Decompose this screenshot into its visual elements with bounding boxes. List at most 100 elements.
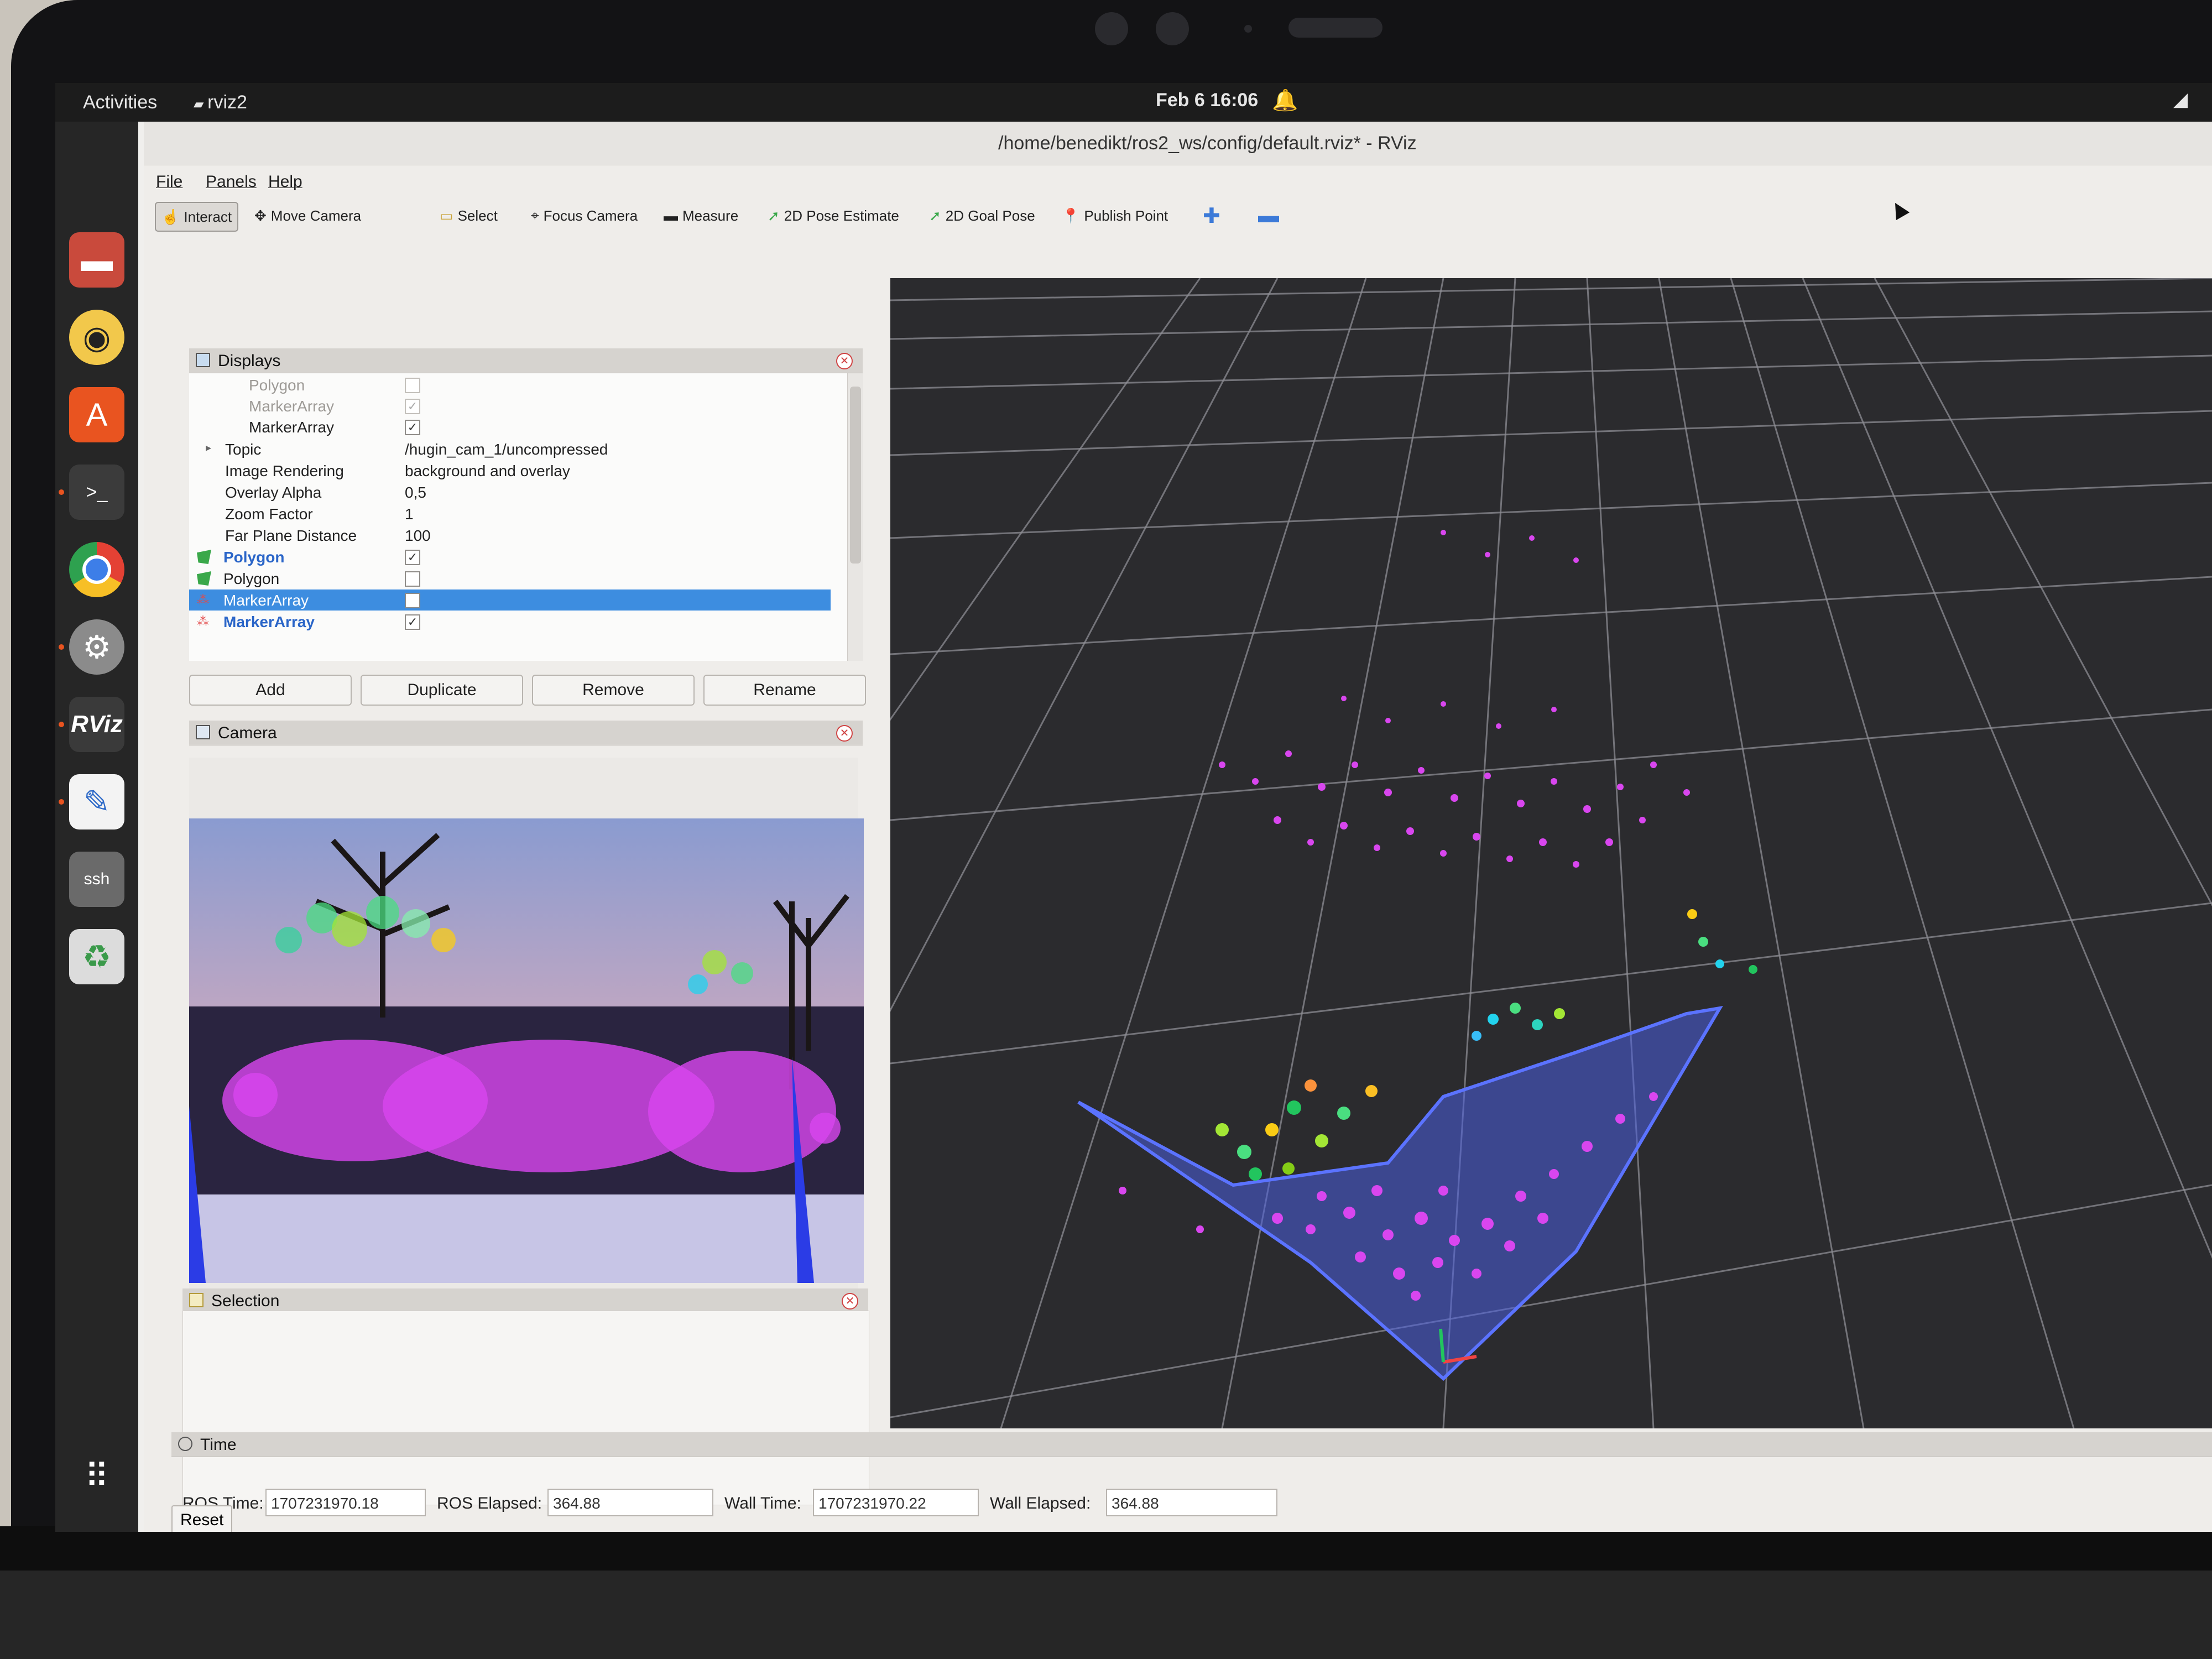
property-value[interactable]: 0,5 xyxy=(405,484,426,502)
move-camera-tool-button[interactable]: ✥ Move Camera xyxy=(249,202,367,229)
notification-bell-icon[interactable]: 🔔 xyxy=(1272,88,1298,113)
menu-panels[interactable]: Panels xyxy=(206,173,257,191)
display-name: MarkerArray xyxy=(249,398,335,415)
3d-viewport[interactable] xyxy=(890,278,2212,1428)
app-grid-icon[interactable]: ⠿ xyxy=(69,1449,124,1504)
running-indicator xyxy=(59,799,64,805)
display-row[interactable]: ⁂ MarkerArray xyxy=(189,589,831,611)
goal-pose-label: 2D Goal Pose xyxy=(945,207,1035,224)
polygon-icon xyxy=(197,550,211,564)
close-icon[interactable]: ✕ xyxy=(842,1293,858,1310)
display-checkbox[interactable] xyxy=(405,593,420,608)
trash-icon[interactable]: ♻ xyxy=(69,929,124,984)
display-row[interactable]: ⁂ MarkerArray ✓ xyxy=(189,611,831,632)
camera-image xyxy=(189,818,864,1283)
window-titlebar[interactable]: /home/benedikt/ros2_ws/config/default.rv… xyxy=(144,122,2212,165)
screen: Activities ▰ rviz2 Feb 6 16:06 🔔 ◢ ▬ ◉ A… xyxy=(55,83,2212,1532)
expand-arrow-icon[interactable]: ▸ xyxy=(206,441,211,455)
clock[interactable]: Feb 6 16:06 xyxy=(1156,90,1258,111)
menu-bar: File Panels Help xyxy=(144,166,2212,194)
add-tool-button[interactable]: ✚ xyxy=(1197,202,1226,229)
display-row[interactable]: Polygon xyxy=(189,374,831,395)
property-value[interactable]: background and overlay xyxy=(405,462,570,480)
display-row[interactable]: Polygon ✓ xyxy=(189,546,831,567)
property-row[interactable]: Zoom Factor 1 xyxy=(189,503,831,524)
plus-icon: ✚ xyxy=(1203,204,1220,228)
gnome-top-bar: Activities ▰ rviz2 Feb 6 16:06 🔔 ◢ xyxy=(55,83,2212,122)
wall-time-field[interactable]: 1707231970.22 xyxy=(813,1489,979,1516)
activities-button[interactable]: Activities xyxy=(83,92,157,113)
property-value[interactable]: /hugin_cam_1/uncompressed xyxy=(405,441,608,458)
displays-panel-header: Displays ✕ xyxy=(189,348,863,373)
property-value[interactable]: 1 xyxy=(405,505,414,523)
selection-icon xyxy=(189,1293,204,1307)
display-row[interactable]: MarkerArray ✓ xyxy=(189,416,831,437)
rhythmbox-icon[interactable]: ◉ xyxy=(69,310,124,365)
property-row[interactable]: ▸ Topic/hugin_cam_1/uncompressed xyxy=(189,439,831,460)
text-editor-icon[interactable]: ✎ xyxy=(69,774,124,830)
focus-camera-label: Focus Camera xyxy=(543,207,638,224)
display-checkbox[interactable]: ✓ xyxy=(405,399,420,414)
terminal-icon[interactable]: >_ xyxy=(69,465,124,520)
chrome-icon[interactable] xyxy=(69,542,124,597)
webcam-lens xyxy=(1095,12,1128,45)
publish-point-tool-button[interactable]: 📍 Publish Point xyxy=(1056,202,1173,229)
camera-title: Camera xyxy=(218,724,277,742)
remove-tool-button[interactable]: ▬ xyxy=(1253,202,1285,229)
property-row[interactable]: Far Plane Distance 100 xyxy=(189,525,831,546)
running-indicator xyxy=(59,489,64,495)
scrollbar-thumb[interactable] xyxy=(850,387,861,564)
rename-button[interactable]: Rename xyxy=(703,675,866,706)
files-icon[interactable]: ▬ xyxy=(69,232,124,288)
software-icon[interactable]: A xyxy=(69,387,124,442)
wifi-icon[interactable]: ◢ xyxy=(2173,88,2188,111)
camera-view[interactable] xyxy=(189,758,864,1288)
property-name: Far Plane Distance xyxy=(225,527,357,544)
interact-label: Interact xyxy=(184,208,232,225)
goal-pose-tool-button[interactable]: ➚ 2D Goal Pose xyxy=(924,202,1041,229)
display-row[interactable]: MarkerArray ✓ xyxy=(189,395,831,416)
focus-camera-tool-button[interactable]: ⌖ Focus Camera xyxy=(525,202,643,229)
publish-point-label: Publish Point xyxy=(1084,207,1168,224)
interact-tool-button[interactable]: ☝ Interact xyxy=(155,202,239,232)
ros-elapsed-field[interactable]: 364.88 xyxy=(547,1489,713,1516)
polygon-icon xyxy=(197,571,211,586)
reset-button[interactable]: Reset xyxy=(171,1505,233,1532)
menu-file[interactable]: File xyxy=(156,173,182,191)
crosshair-icon: ⌖ xyxy=(531,207,539,223)
wall-elapsed-field[interactable]: 364.88 xyxy=(1106,1489,1277,1516)
ros-time-field[interactable]: 1707231970.18 xyxy=(265,1489,426,1516)
running-indicator xyxy=(59,722,64,727)
property-name: Image Rendering xyxy=(225,462,344,479)
display-checkbox[interactable]: ✓ xyxy=(405,420,420,435)
app-menu[interactable]: ▰ rviz2 xyxy=(194,92,247,113)
settings-icon[interactable]: ⚙ xyxy=(69,619,124,675)
move-camera-label: Move Camera xyxy=(270,207,362,224)
select-tool-button[interactable]: ▭ Select xyxy=(434,202,503,229)
duplicate-button[interactable]: Duplicate xyxy=(361,675,523,706)
measure-tool-button[interactable]: ▬ Measure xyxy=(658,202,744,229)
polygon-frustum xyxy=(1077,1005,1723,1381)
display-checkbox[interactable] xyxy=(405,378,420,393)
ssh-icon[interactable]: ssh xyxy=(69,852,124,907)
menu-help[interactable]: Help xyxy=(268,173,302,191)
close-icon[interactable]: ✕ xyxy=(836,353,853,369)
wall-time-label: Wall Time: xyxy=(724,1494,801,1512)
remove-button[interactable]: Remove xyxy=(532,675,695,706)
pose-estimate-label: 2D Pose Estimate xyxy=(784,207,899,224)
display-row[interactable]: Polygon xyxy=(189,568,831,589)
property-row[interactable]: Overlay Alpha 0,5 xyxy=(189,482,831,503)
display-checkbox[interactable]: ✓ xyxy=(405,550,420,565)
display-checkbox[interactable]: ✓ xyxy=(405,614,420,630)
running-indicator xyxy=(59,644,64,650)
property-name: Topic xyxy=(225,441,262,458)
rviz-icon[interactable]: RViz xyxy=(69,697,124,752)
display-checkbox[interactable] xyxy=(405,571,420,587)
property-value[interactable]: 100 xyxy=(405,527,431,545)
add-button[interactable]: Add xyxy=(189,675,352,706)
displays-scrollbar[interactable] xyxy=(847,373,863,661)
property-row[interactable]: Image Rendering background and overlay xyxy=(189,460,831,481)
pose-estimate-tool-button[interactable]: ➚ 2D Pose Estimate xyxy=(762,202,905,229)
wall-elapsed-label: Wall Elapsed: xyxy=(990,1494,1091,1512)
close-icon[interactable]: ✕ xyxy=(836,725,853,742)
